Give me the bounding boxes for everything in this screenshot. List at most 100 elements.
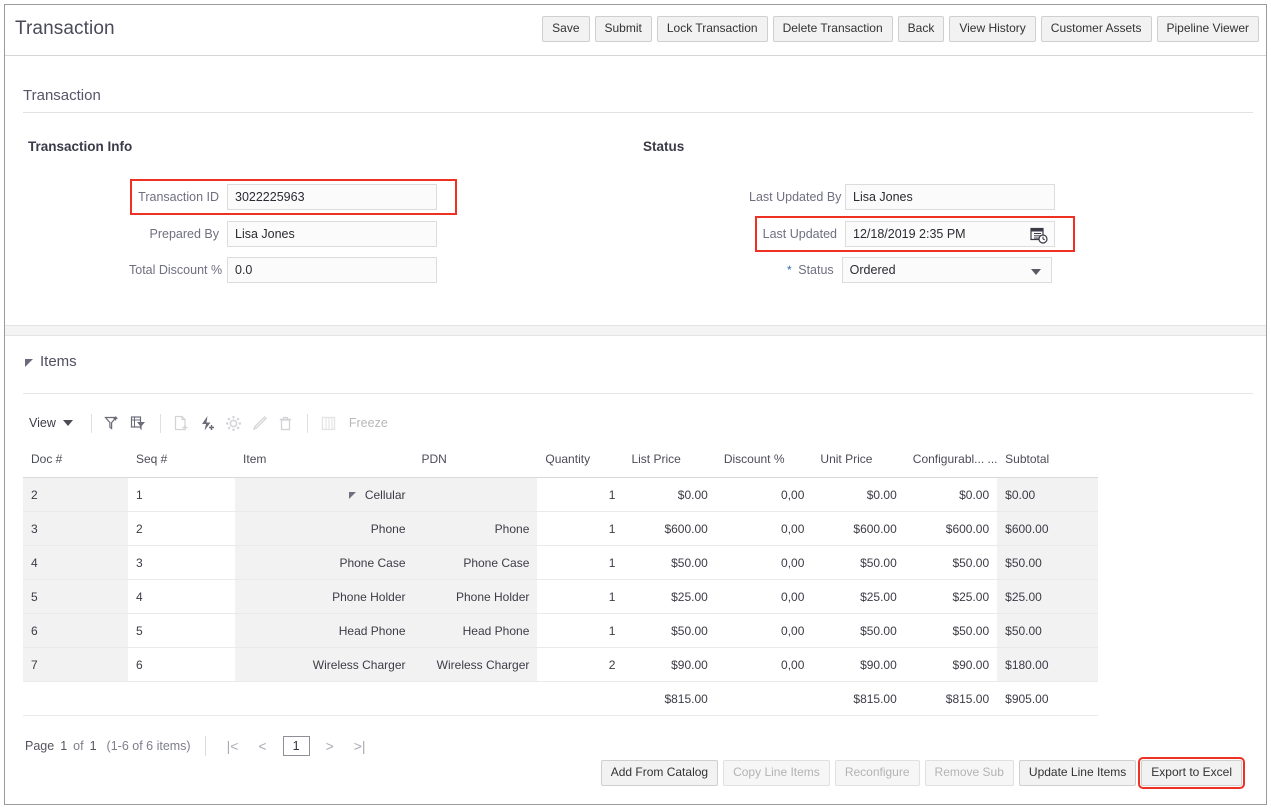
first-page-icon[interactable]: |< [220, 737, 246, 755]
copy-line-items-button: Copy Line Items [723, 760, 830, 786]
cell-doc: 3 [23, 512, 128, 546]
cell-quantity: 1 [537, 478, 623, 512]
back-button[interactable]: Back [898, 16, 945, 42]
items-toolbar: View [27, 409, 388, 437]
col-seq[interactable]: Seq # [128, 443, 235, 478]
cell-pdn: Phone Case [414, 546, 538, 580]
col-list-price[interactable]: List Price [623, 443, 715, 478]
collapse-triangle-icon[interactable] [25, 359, 33, 367]
cell-item: Phone Case [235, 546, 413, 580]
cell-item: Cellular [235, 478, 413, 512]
prepared-by-input[interactable]: Lisa Jones [227, 221, 437, 247]
filter-add-icon[interactable] [100, 411, 126, 435]
delete-trash-icon [273, 411, 299, 435]
cell-subtotal: $50.00 [997, 614, 1098, 648]
table-row[interactable]: 76Wireless ChargerWireless Charger2$90.0… [23, 648, 1098, 682]
query-by-example-icon[interactable] [126, 411, 152, 435]
col-doc[interactable]: Doc # [23, 443, 128, 478]
submit-button[interactable]: Submit [595, 16, 652, 42]
last-updated-input[interactable]: 12/18/2019 2:35 PM [845, 221, 1055, 247]
cell-configurable: $50.00 [905, 614, 997, 648]
col-discount[interactable]: Discount % [716, 443, 813, 478]
col-configurable[interactable]: Configurabl... ... [905, 443, 997, 478]
prepared-by-label: Prepared By [135, 227, 227, 241]
cell-discount: 0,00 [716, 546, 813, 580]
chevron-down-icon [63, 420, 73, 426]
next-page-icon[interactable]: > [319, 737, 341, 755]
col-pdn[interactable]: PDN [414, 443, 538, 478]
last-updated-label: Last Updated [761, 227, 845, 241]
cell-configurable: $600.00 [905, 512, 997, 546]
status-value: Ordered [843, 263, 896, 277]
cell-subtotal: $0.00 [997, 478, 1098, 512]
total-empty-cell [23, 682, 128, 716]
cell-unit-price: $25.00 [812, 580, 904, 614]
cell-unit-price: $90.00 [812, 648, 904, 682]
total-empty-cell [716, 682, 813, 716]
total-empty-cell [128, 682, 235, 716]
cell-subtotal: $50.00 [997, 546, 1098, 580]
items-grid: Doc # Seq # Item PDN Quantity List Price… [23, 443, 1098, 716]
cell-item: Wireless Charger [235, 648, 413, 682]
calendar-clock-icon[interactable] [1030, 226, 1048, 244]
freeze-label: Freeze [349, 416, 388, 430]
toolbar-separator [160, 414, 161, 433]
application-window: Transaction SaveSubmitLock TransactionDe… [4, 4, 1267, 805]
add-row-icon [169, 411, 195, 435]
view-menu-button[interactable]: View [27, 416, 83, 430]
transaction-section: Transaction Transaction Info Status Tran… [5, 56, 1266, 332]
total-unit-price: $815.00 [812, 682, 904, 716]
panel-divider [5, 325, 1266, 336]
cell-list-price: $50.00 [623, 614, 715, 648]
table-row[interactable]: 43Phone CasePhone Case1$50.000,00$50.00$… [23, 546, 1098, 580]
cell-list-price: $600.00 [623, 512, 715, 546]
cell-pdn: Wireless Charger [414, 648, 538, 682]
export-to-excel-button[interactable]: Export to Excel [1141, 760, 1242, 786]
customer-assets-button[interactable]: Customer Assets [1041, 16, 1152, 42]
cell-discount: 0,00 [716, 478, 813, 512]
view-history-button[interactable]: View History [949, 16, 1035, 42]
table-row[interactable]: 65Head PhoneHead Phone1$50.000,00$50.00$… [23, 614, 1098, 648]
col-quantity[interactable]: Quantity [537, 443, 623, 478]
cell-discount: 0,00 [716, 512, 813, 546]
last-updated-by-input[interactable]: Lisa Jones [845, 184, 1055, 210]
delete-transaction-button[interactable]: Delete Transaction [773, 16, 893, 42]
cell-seq: 3 [128, 546, 235, 580]
cell-quantity: 1 [537, 546, 623, 580]
field-status: * Status Ordered [787, 257, 1052, 283]
row-expand-triangle-icon[interactable] [349, 492, 356, 499]
add-from-catalog-button[interactable]: Add From Catalog [601, 760, 718, 786]
cell-pdn [414, 478, 538, 512]
items-section-header[interactable]: Items [25, 353, 77, 370]
cell-seq: 2 [128, 512, 235, 546]
cell-quantity: 1 [537, 580, 623, 614]
prev-page-icon[interactable]: < [251, 737, 273, 755]
page-number-button[interactable]: 1 [283, 736, 310, 756]
cell-unit-price: $50.00 [812, 546, 904, 580]
table-row[interactable]: 32PhonePhone1$600.000,00$600.00$600.00$6… [23, 512, 1098, 546]
view-menu-label: View [29, 416, 56, 430]
lock-transaction-button[interactable]: Lock Transaction [657, 16, 768, 42]
cell-unit-price: $50.00 [812, 614, 904, 648]
table-row[interactable]: 21Cellular1$0.000,00$0.00$0.00$0.00 [23, 478, 1098, 512]
transaction-id-label: Transaction ID [135, 190, 227, 204]
update-line-items-button[interactable]: Update Line Items [1019, 760, 1136, 786]
items-title: Items [40, 353, 77, 370]
cell-seq: 6 [128, 648, 235, 682]
status-select[interactable]: Ordered [842, 257, 1052, 283]
table-row[interactable]: 54Phone HolderPhone Holder1$25.000,00$25… [23, 580, 1098, 614]
of-word: of [73, 739, 83, 753]
col-unit-price[interactable]: Unit Price [812, 443, 904, 478]
col-item[interactable]: Item [235, 443, 413, 478]
save-button[interactable]: Save [542, 16, 589, 42]
quick-add-icon[interactable] [195, 411, 221, 435]
pipeline-viewer-button[interactable]: Pipeline Viewer [1157, 16, 1260, 42]
last-page-icon[interactable]: >| [347, 737, 373, 755]
total-discount-value: 0.0 [228, 263, 252, 277]
cell-configurable: $90.00 [905, 648, 997, 682]
cell-doc: 7 [23, 648, 128, 682]
transaction-id-input[interactable]: 3022225963 [227, 184, 437, 210]
total-discount-input[interactable]: 0.0 [227, 257, 437, 283]
cell-quantity: 1 [537, 614, 623, 648]
col-subtotal[interactable]: Subtotal [997, 443, 1098, 478]
